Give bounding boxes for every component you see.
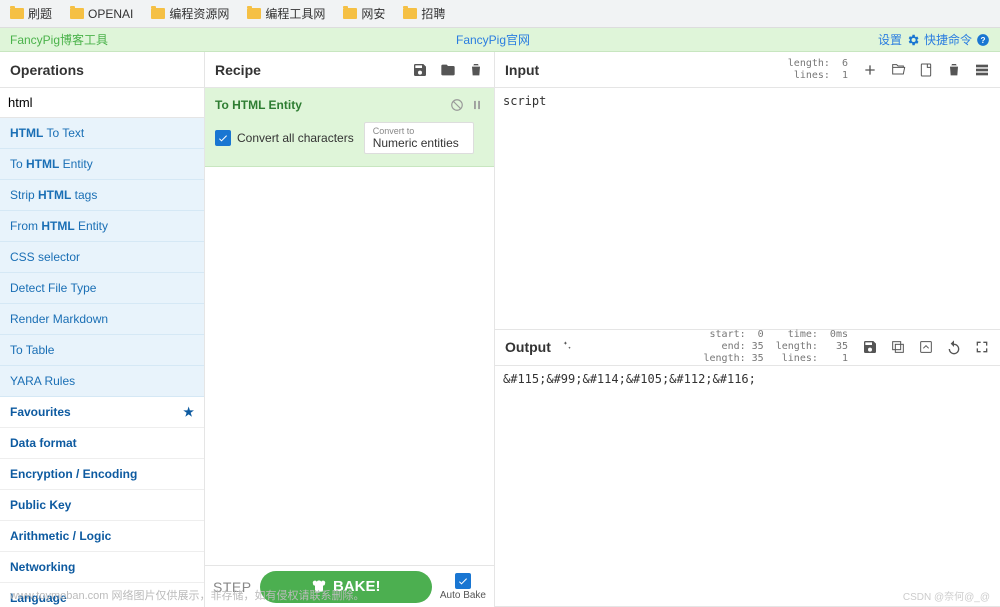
folder-icon (247, 8, 261, 19)
folder-icon (10, 8, 24, 19)
official-site-link[interactable]: FancyPig官网 (456, 31, 530, 48)
category-favourites[interactable]: Favourites★ (0, 397, 204, 428)
undo-icon[interactable] (946, 339, 962, 355)
copy-output-icon[interactable] (890, 339, 906, 355)
output-pane: Output start: 0 time: 0ms end: 35 length… (495, 330, 1000, 607)
recipe-operation: To HTML Entity Convert all characters Co… (205, 88, 494, 167)
pause-icon[interactable] (470, 98, 484, 112)
reset-layout-icon[interactable] (974, 62, 990, 78)
bookmarks-bar: 刷题 OPENAI 编程资源网 编程工具网 网安 招聘 (0, 0, 1000, 28)
top-bar: FancyPig博客工具 FancyPig官网 设置 快捷命令 ? (0, 28, 1000, 52)
maximize-icon[interactable] (974, 339, 990, 355)
input-title: Input (505, 62, 539, 78)
replace-input-icon[interactable] (918, 339, 934, 355)
convert-to-select[interactable]: Convert to Numeric entities (364, 122, 474, 154)
folder-icon (403, 8, 417, 19)
magic-icon[interactable] (559, 339, 573, 356)
auto-bake-toggle[interactable]: Auto Bake (440, 573, 486, 601)
folder-icon (151, 8, 165, 19)
save-icon[interactable] (412, 62, 428, 78)
watermark-text: www.toymoban.com 网络图片仅供展示，非存储，如有侵权请联系删除。 (10, 587, 364, 603)
operation-strip-html-tags[interactable]: Strip HTML tags (0, 180, 204, 211)
input-header: Input length: 6 lines: 1 (495, 52, 1000, 88)
folder-icon[interactable] (440, 62, 456, 78)
svg-text:?: ? (981, 35, 986, 44)
category-data-format[interactable]: Data format (0, 428, 204, 459)
checkbox-icon (215, 130, 231, 146)
bookmark-item[interactable]: 网安 (343, 5, 385, 22)
operations-header: Operations (0, 52, 204, 88)
recipe-panel: Recipe To HTML Entity Convert all ch (205, 52, 495, 607)
recipe-header: Recipe (205, 52, 494, 88)
operation-to-html-entity[interactable]: To HTML Entity (0, 149, 204, 180)
category-networking[interactable]: Networking (0, 552, 204, 583)
output-textarea: &#115;&#99;&#114;&#105;&#112;&#116; (495, 366, 1000, 607)
open-file-icon[interactable] (918, 62, 934, 78)
operations-list: HTML To Text To HTML Entity Strip HTML t… (0, 118, 204, 607)
output-header: Output start: 0 time: 0ms end: 35 length… (495, 330, 1000, 366)
bookmark-item[interactable]: 编程工具网 (247, 5, 325, 22)
help-icon[interactable]: ? (976, 33, 990, 47)
bookmark-item[interactable]: 刷题 (10, 5, 52, 22)
operation-from-html-entity[interactable]: From HTML Entity (0, 211, 204, 242)
input-pane: Input length: 6 lines: 1 script (495, 52, 1000, 330)
output-title: Output (505, 339, 551, 355)
operation-to-table[interactable]: To Table (0, 335, 204, 366)
category-encryption[interactable]: Encryption / Encoding (0, 459, 204, 490)
output-stats: start: 0 time: 0ms end: 35 length: 35 le… (704, 329, 849, 365)
input-stats: length: 6 lines: 1 (788, 58, 848, 82)
blog-tools-link[interactable]: FancyPig博客工具 (10, 31, 108, 48)
clear-input-icon[interactable] (946, 62, 962, 78)
folder-icon (343, 8, 357, 19)
open-folder-icon[interactable] (890, 62, 906, 78)
checkbox-icon (455, 573, 471, 589)
gear-icon[interactable] (906, 33, 920, 47)
disable-icon[interactable] (450, 98, 464, 112)
input-textarea[interactable]: script (495, 88, 1000, 329)
search-input[interactable] (0, 88, 204, 118)
star-icon: ★ (183, 405, 194, 419)
operations-title: Operations (10, 62, 84, 78)
save-output-icon[interactable] (862, 339, 878, 355)
shortcut-link[interactable]: 快捷命令 (924, 31, 972, 48)
bookmark-item[interactable]: OPENAI (70, 7, 133, 21)
recipe-op-title: To HTML Entity (215, 98, 302, 112)
operation-yara-rules[interactable]: YARA Rules (0, 366, 204, 397)
operations-panel: Operations HTML To Text To HTML Entity S… (0, 52, 205, 607)
add-tab-icon[interactable] (862, 62, 878, 78)
settings-link[interactable]: 设置 (878, 31, 902, 48)
category-arithmetic[interactable]: Arithmetic / Logic (0, 521, 204, 552)
operation-detect-file-type[interactable]: Detect File Type (0, 273, 204, 304)
trash-icon[interactable] (468, 62, 484, 78)
category-public-key[interactable]: Public Key (0, 490, 204, 521)
convert-all-checkbox[interactable]: Convert all characters (215, 130, 354, 146)
recipe-title: Recipe (215, 62, 261, 78)
bookmark-item[interactable]: 编程资源网 (151, 5, 229, 22)
operation-css-selector[interactable]: CSS selector (0, 242, 204, 273)
operation-render-markdown[interactable]: Render Markdown (0, 304, 204, 335)
operation-html-to-text[interactable]: HTML To Text (0, 118, 204, 149)
io-column: Input length: 6 lines: 1 script Output s… (495, 52, 1000, 607)
watermark-csdn: CSDN @奈何@_@ (903, 588, 990, 603)
bookmark-item[interactable]: 招聘 (403, 5, 445, 22)
folder-icon (70, 8, 84, 19)
